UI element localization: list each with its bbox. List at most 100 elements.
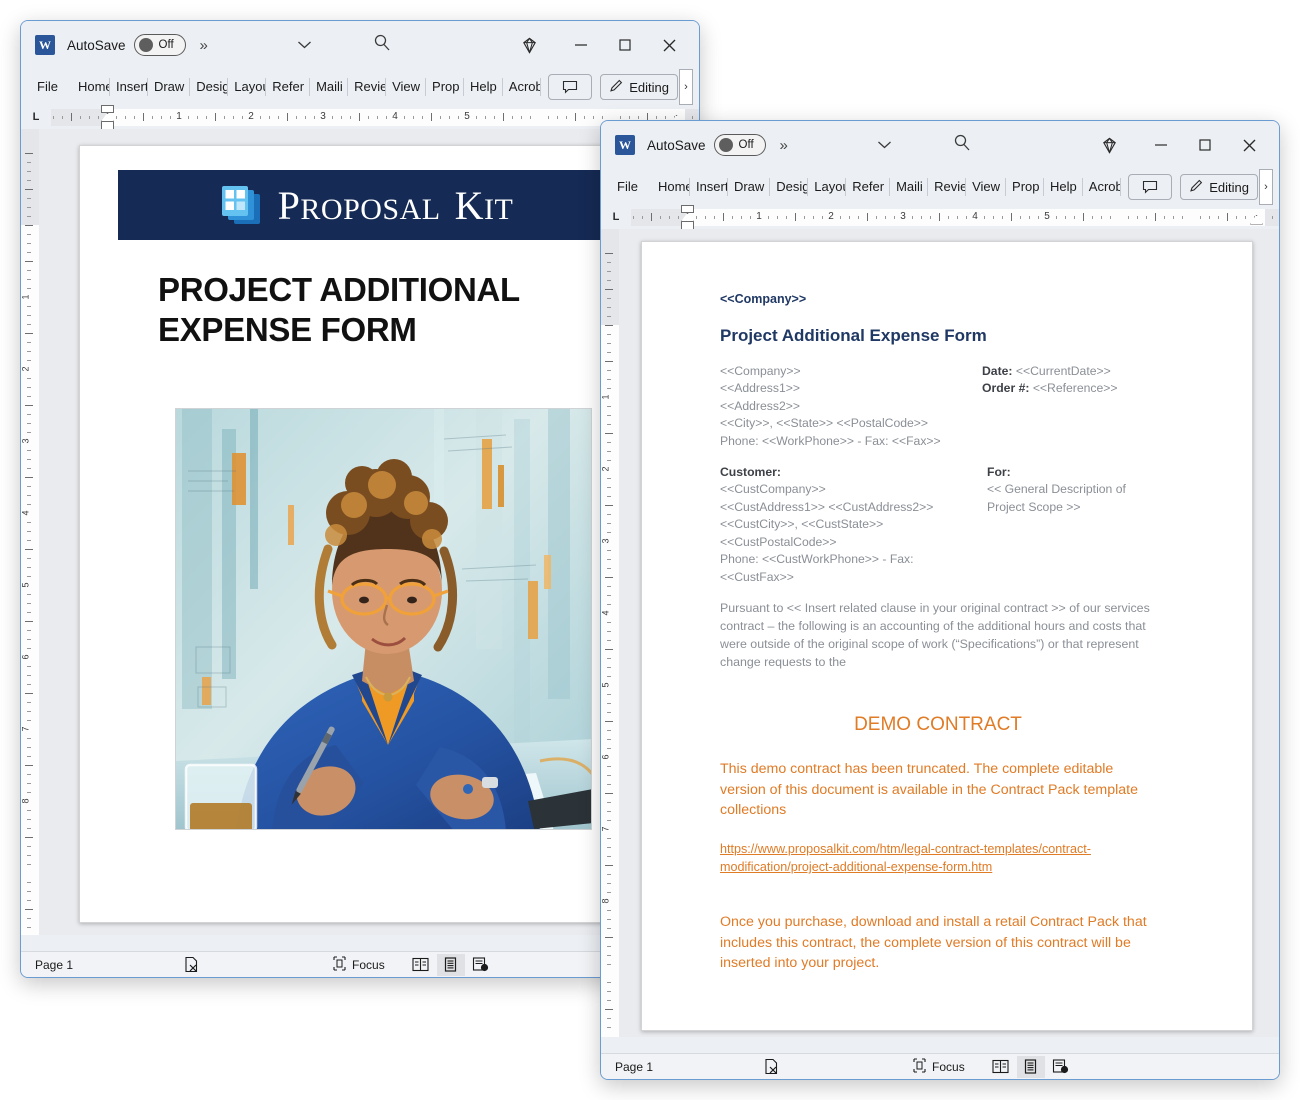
tab-home[interactable]: Home (652, 174, 690, 200)
ruler-tick (170, 115, 171, 119)
tab-proposal[interactable]: Prop (426, 74, 465, 100)
minimize-icon[interactable] (559, 25, 603, 65)
editing-mode-button[interactable]: Editing (1180, 174, 1258, 200)
horizontal-ruler-back[interactable]: L 1 2 3 4 5 (21, 104, 699, 130)
chevron-down-icon[interactable] (877, 138, 892, 153)
tab-home[interactable]: Home (72, 74, 110, 100)
tab-file[interactable]: File (611, 174, 652, 200)
tab-acrobat[interactable]: Acrob (1083, 174, 1121, 200)
tab-acrobat[interactable]: Acrob (503, 74, 541, 100)
tab-insert[interactable]: Insert (110, 74, 148, 100)
proofing-errors-icon[interactable] (763, 1058, 780, 1075)
tab-file[interactable]: File (31, 74, 72, 100)
tab-references[interactable]: Refer (266, 74, 310, 100)
vruler-tick (27, 252, 31, 253)
comment-icon[interactable] (1128, 174, 1173, 200)
vertical-ruler-front[interactable]: 1 2 3 4 5 6 7 8 (601, 229, 619, 1037)
ruler-tick (1056, 215, 1057, 219)
focus-button[interactable]: Focus (332, 955, 385, 974)
web-layout-icon[interactable] (1047, 1056, 1075, 1078)
search-icon[interactable] (373, 34, 391, 57)
tab-help[interactable]: Help (464, 74, 503, 100)
vruler-number: 1 (20, 294, 31, 300)
tab-draw[interactable]: Draw (148, 74, 191, 100)
brand-it: IT (484, 192, 514, 226)
document-page-front[interactable]: <<Company>> Project Additional Expense F… (641, 241, 1253, 1031)
read-mode-icon[interactable] (987, 1056, 1015, 1078)
tab-view[interactable]: View (966, 174, 1007, 200)
vruler-tick (607, 523, 611, 524)
first-line-indent-marker[interactable] (681, 204, 694, 213)
diamond-icon[interactable] (1089, 125, 1129, 165)
word-window-back[interactable]: W AutoSave Off » File Home Insert Draw D… (20, 20, 700, 978)
pencil-icon (1189, 178, 1204, 196)
maximize-icon[interactable] (603, 25, 647, 65)
vruler-tick (27, 207, 31, 208)
tab-stop-selector[interactable]: L (601, 211, 631, 223)
ruler-tick (557, 115, 558, 119)
ruler-tick (584, 115, 585, 119)
tab-insert[interactable]: Insert (690, 174, 728, 200)
read-mode-icon[interactable] (407, 954, 435, 976)
ruler-tick (134, 115, 135, 119)
web-layout-icon[interactable] (467, 954, 495, 976)
page-indicator[interactable]: Page 1 (615, 1060, 653, 1074)
minimize-icon[interactable] (1139, 125, 1183, 165)
ruler-tick (386, 115, 387, 119)
print-layout-icon[interactable] (436, 953, 465, 976)
autosave-toggle[interactable]: Off (713, 134, 766, 156)
vruler-tick (605, 361, 613, 362)
vruler-tick (607, 874, 611, 875)
vruler-tick (607, 280, 611, 281)
tab-stop-selector[interactable]: L (21, 111, 51, 123)
tab-mailings[interactable]: Maili (310, 74, 349, 100)
titlebar-overflow-button[interactable]: » (200, 37, 208, 54)
doc-pursuant-paragraph: Pursuant to << Insert related clause in … (720, 601, 1150, 669)
ruler-number: 4 (392, 110, 398, 122)
chevron-down-icon[interactable] (297, 38, 312, 53)
editing-mode-button[interactable]: Editing (600, 74, 678, 100)
tab-mailings[interactable]: Maili (890, 174, 929, 200)
brand-k: K (454, 182, 484, 228)
ribbon-overflow-caret[interactable]: › (679, 69, 693, 105)
ribbon-overflow-caret[interactable]: › (1259, 169, 1273, 205)
tab-view[interactable]: View (386, 74, 427, 100)
proofing-errors-icon[interactable] (183, 956, 200, 973)
print-layout-icon[interactable] (1016, 1055, 1045, 1078)
tab-draw[interactable]: Draw (728, 174, 771, 200)
vertical-ruler-back[interactable]: 1 2 3 4 5 6 7 8 (21, 129, 39, 935)
tab-layout[interactable]: Layout (228, 74, 267, 100)
document-illustration[interactable] (175, 408, 592, 830)
demo-contract-link[interactable]: https://www.proposalkit.com/htm/legal-co… (720, 840, 1130, 877)
titlebar-overflow-button[interactable]: » (780, 137, 788, 154)
ruler-number: 4 (972, 210, 978, 222)
vruler-tick (27, 891, 31, 892)
right-indent-marker[interactable] (1250, 214, 1263, 225)
tab-review[interactable]: Revie (348, 74, 387, 100)
diamond-icon[interactable] (509, 25, 549, 65)
vruler-number: 4 (20, 510, 31, 516)
page-indicator[interactable]: Page 1 (35, 958, 73, 972)
tab-proposal[interactable]: Prop (1006, 174, 1045, 200)
focus-button[interactable]: Focus (912, 1057, 965, 1076)
tab-design[interactable]: Design (190, 74, 229, 100)
vruler-tick (27, 774, 31, 775)
close-icon[interactable] (1227, 125, 1271, 165)
tab-design[interactable]: Design (770, 174, 809, 200)
tab-references[interactable]: Refer (846, 174, 890, 200)
tab-help[interactable]: Help (1044, 174, 1083, 200)
tab-review[interactable]: Revie (928, 174, 967, 200)
vruler-tick (607, 352, 611, 353)
horizontal-ruler-front[interactable]: L 1 2 3 4 5 (601, 204, 1279, 230)
maximize-icon[interactable] (1183, 125, 1227, 165)
autosave-toggle[interactable]: Off (133, 34, 186, 56)
comment-icon[interactable] (548, 74, 593, 100)
first-line-indent-marker[interactable] (101, 104, 114, 113)
tab-layout[interactable]: Layout (808, 174, 847, 200)
ruler-track-front[interactable]: 1 2 3 4 5 (631, 204, 1279, 230)
close-icon[interactable] (647, 25, 691, 65)
search-icon[interactable] (953, 134, 971, 157)
document-page-back[interactable]: PROPOSAL KIT PROJECT ADDITIONAL EXPENSE F… (79, 145, 631, 923)
word-window-front[interactable]: W AutoSave Off » File Home Insert Draw D… (600, 120, 1280, 1080)
sender-line-4: <<City>>, <<State>> <<PostalCode>> (720, 416, 929, 431)
